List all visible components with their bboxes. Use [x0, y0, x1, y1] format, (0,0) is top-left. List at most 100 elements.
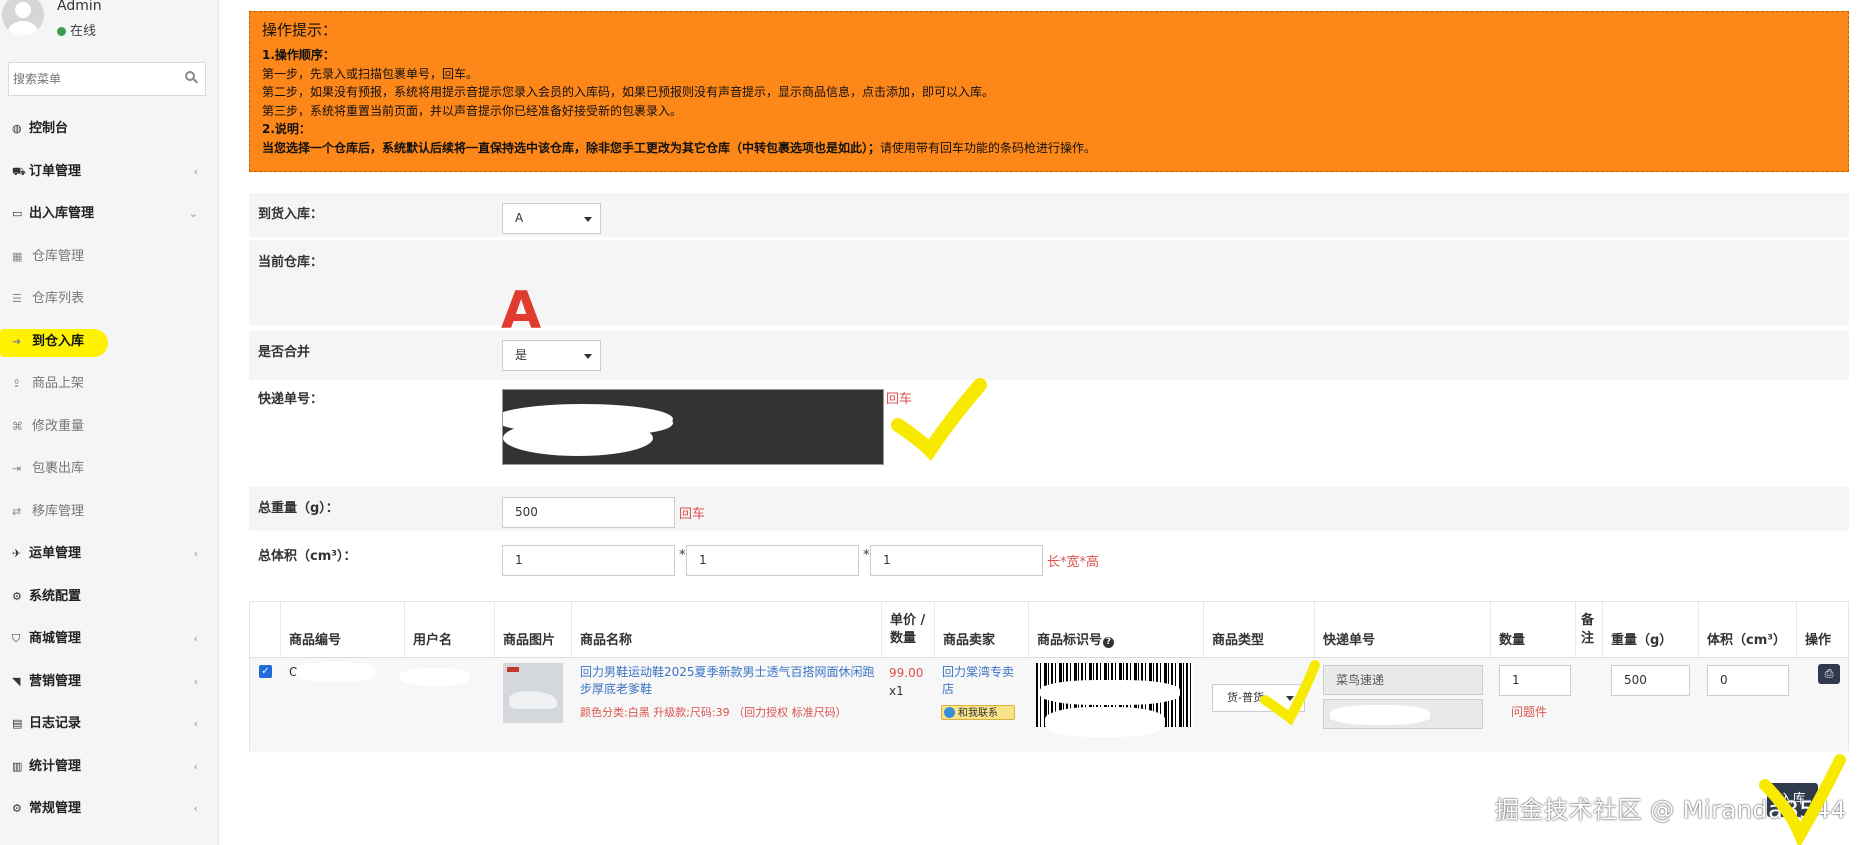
sidebar-item[interactable]: ▭ 出入库管理 ⌄ — [0, 193, 218, 236]
quantity-mult: x1 — [889, 684, 904, 698]
sidebar-item[interactable]: ⌘ 修改重量 — [0, 406, 218, 449]
sidebar-item[interactable]: ⚙ 系统配置 — [0, 576, 218, 619]
product-name-link[interactable]: 回力男鞋运动鞋2025夏季新款男士透气百搭网面休闲跑步厚底老爹鞋 — [580, 664, 875, 698]
length-input[interactable]: 1 — [502, 545, 675, 576]
redaction-mark — [1330, 705, 1430, 725]
sidebar-item[interactable]: ⛟ 订单管理 ‹ — [0, 151, 218, 194]
notice-note: 当您选择一个仓库后，系统默认后续将一直保持选中该仓库，除非您手工更改为其它仓库（… — [262, 139, 1836, 158]
dashboard-icon: ◍ — [12, 122, 22, 135]
table-header: 数量 — [1491, 602, 1576, 657]
table-header: 用户名 — [405, 602, 495, 657]
goods-table: 商品编号 用户名 商品图片 商品名称 单价 / 数量 商品卖家 商品标识号? 商品… — [249, 601, 1849, 752]
chevron-icon: ‹ — [193, 164, 198, 178]
sidebar-item[interactable]: ⛉ 商城管理 ‹ — [0, 618, 218, 661]
redaction-mark — [1040, 680, 1180, 705]
table-header: 快递单号 — [1315, 602, 1491, 657]
sidebar-item[interactable]: ⚙ 常规管理 ‹ — [0, 788, 218, 831]
watermark: 掘金技术社区 @ Miranda8544 — [1495, 796, 1847, 824]
chevron-icon: ‹ — [193, 674, 198, 688]
shoe-shape — [509, 691, 557, 709]
contact-seller-button[interactable]: 和我联系 — [941, 705, 1015, 720]
warehouse-row: 到货入库： A — [249, 193, 1849, 237]
sidebar-item-label: 仓库列表 — [32, 291, 85, 306]
edit-weight-icon: ⌘ — [12, 419, 23, 433]
sidebar-item[interactable]: ◥ 营销管理 ‹ — [0, 661, 218, 704]
sidebar-item[interactable]: ▥ 统计管理 ‹ — [0, 746, 218, 789]
menu-search[interactable] — [8, 62, 206, 96]
online-dot-icon — [57, 27, 66, 36]
redaction-mark — [400, 668, 470, 686]
table-icon: ▦ — [12, 249, 23, 263]
warehouse-select[interactable]: A — [502, 203, 601, 234]
height-input[interactable]: 1 — [870, 545, 1043, 576]
sidebar-item[interactable]: ➜ 到仓入库 — [0, 321, 218, 364]
table-header: 商品编号 — [281, 602, 405, 657]
sidebar-item-label: 出入库管理 — [29, 206, 95, 221]
warehouse-select-value: A — [515, 211, 524, 225]
product-spec: 颜色分类:白黑 升级款;尺码:39 （回力授权 标准尺码） — [580, 706, 847, 719]
tracking-label: 快递单号： — [258, 392, 324, 407]
chevron-icon: ⌄ — [188, 207, 198, 220]
price-header-line2: 数量 — [890, 631, 917, 646]
question-circle-icon[interactable]: ? — [1103, 637, 1115, 648]
total-weight-input[interactable]: 500 — [502, 497, 675, 528]
row-checkbox[interactable]: ✓ — [259, 665, 272, 678]
sidebar-item-label: 统计管理 — [29, 758, 82, 774]
table-header: 商品类型 — [1204, 602, 1315, 657]
volume-hint: 长*宽*高 — [1047, 555, 1100, 570]
barcode-header-text: 商品标识号 — [1037, 633, 1103, 648]
note-header-line1: 备 — [1581, 613, 1595, 628]
goods-type-select[interactable]: 货-普货 — [1212, 684, 1305, 712]
table-header-check — [250, 602, 281, 657]
product-image[interactable] — [503, 663, 563, 723]
weight-label: 总重量（g）： — [258, 501, 339, 516]
menu-search-input[interactable] — [9, 63, 175, 95]
list-icon: ☰ — [12, 292, 22, 305]
table-header-note: 备注 — [1576, 602, 1603, 657]
notice-note-bold: 当您选择一个仓库后，系统默认后续将一直保持选中该仓库，除非您手工更改为其它仓库（… — [262, 140, 881, 155]
notice-title: 操作提示： — [262, 21, 338, 39]
merge-select-value: 是 — [515, 348, 528, 362]
table-header: 商品名称 — [572, 602, 882, 657]
search-icon[interactable] — [185, 71, 195, 81]
seller-link[interactable]: 回力棠湾专卖店 — [942, 664, 1022, 698]
sidebar-item-label: 控制台 — [29, 121, 69, 136]
sidebar-item-label: 运单管理 — [29, 546, 82, 561]
gear-icon: ⚙ — [12, 589, 22, 603]
warehouse-label: 到货入库： — [258, 207, 324, 222]
quantity-input[interactable]: 1 — [1499, 665, 1571, 696]
merge-select[interactable]: 是 — [502, 340, 601, 371]
courier-input[interactable]: 菜鸟速递 — [1323, 665, 1483, 695]
tracking-enter-hint: 回车 — [886, 392, 913, 407]
chevron-icon: ‹ — [193, 759, 198, 773]
sidebar-item[interactable]: ☰ 仓库列表 — [0, 278, 218, 321]
tracking-input[interactable] — [502, 389, 884, 465]
sidebar-item[interactable]: ◍ 控制台 — [0, 108, 218, 151]
brand-logo — [507, 667, 519, 672]
sidebar-item[interactable]: ✈ 运单管理 ‹ — [0, 533, 218, 576]
table-header: 操作 — [1805, 633, 1832, 648]
sidebar-item[interactable]: ⇪ 商品上架 — [0, 363, 218, 406]
row-volume-input[interactable]: 0 — [1707, 665, 1789, 696]
sidebar-item[interactable]: ⇄ 移库管理 — [0, 491, 218, 534]
problem-item-link[interactable]: 问题件 — [1511, 703, 1547, 720]
exchange-icon: ⇄ — [12, 504, 22, 518]
volume-row: 总体积（cm³）： 1 * 1 * 1 长*宽*高 — [249, 535, 1849, 579]
inbox-icon: ▭ — [12, 207, 23, 220]
user-status-text: 在线 — [70, 24, 97, 39]
width-input[interactable]: 1 — [686, 545, 859, 576]
sidebar-item-label: 仓库管理 — [32, 248, 85, 264]
current-warehouse-label: 当前仓库： — [258, 255, 324, 270]
sidebar-menu: ◍ 控制台 ⛟ 订单管理 ‹ ▭ 出入库管理 ⌄ ▦ 仓库管理 ☰ 仓库列表 ➜ 到仓入库 ⇪ 商品上架 ⌘ 修改… — [0, 108, 218, 831]
sidebar-item[interactable]: ▤ 日志记录 ‹ — [0, 703, 218, 746]
sidebar-item-label: 商城管理 — [29, 631, 82, 646]
operation-notice: 操作提示： 1.操作顺序： 第一步，先录入或扫描包裹单号，回车。 第二步，如果没… — [249, 11, 1849, 172]
notice-step-1: 第一步，先录入或扫描包裹单号，回车。 — [262, 66, 479, 81]
print-button[interactable]: ⎙ — [1818, 664, 1840, 684]
sidebar-item[interactable]: ⇥ 包裹出库 — [0, 448, 218, 491]
sidebar-item[interactable]: ▦ 仓库管理 — [0, 236, 218, 279]
row-weight-input[interactable]: 500 — [1611, 665, 1690, 696]
times-sign: * — [863, 548, 870, 563]
weight-enter-hint: 回车 — [679, 507, 706, 522]
volume-label: 总体积（cm³）： — [258, 549, 357, 564]
